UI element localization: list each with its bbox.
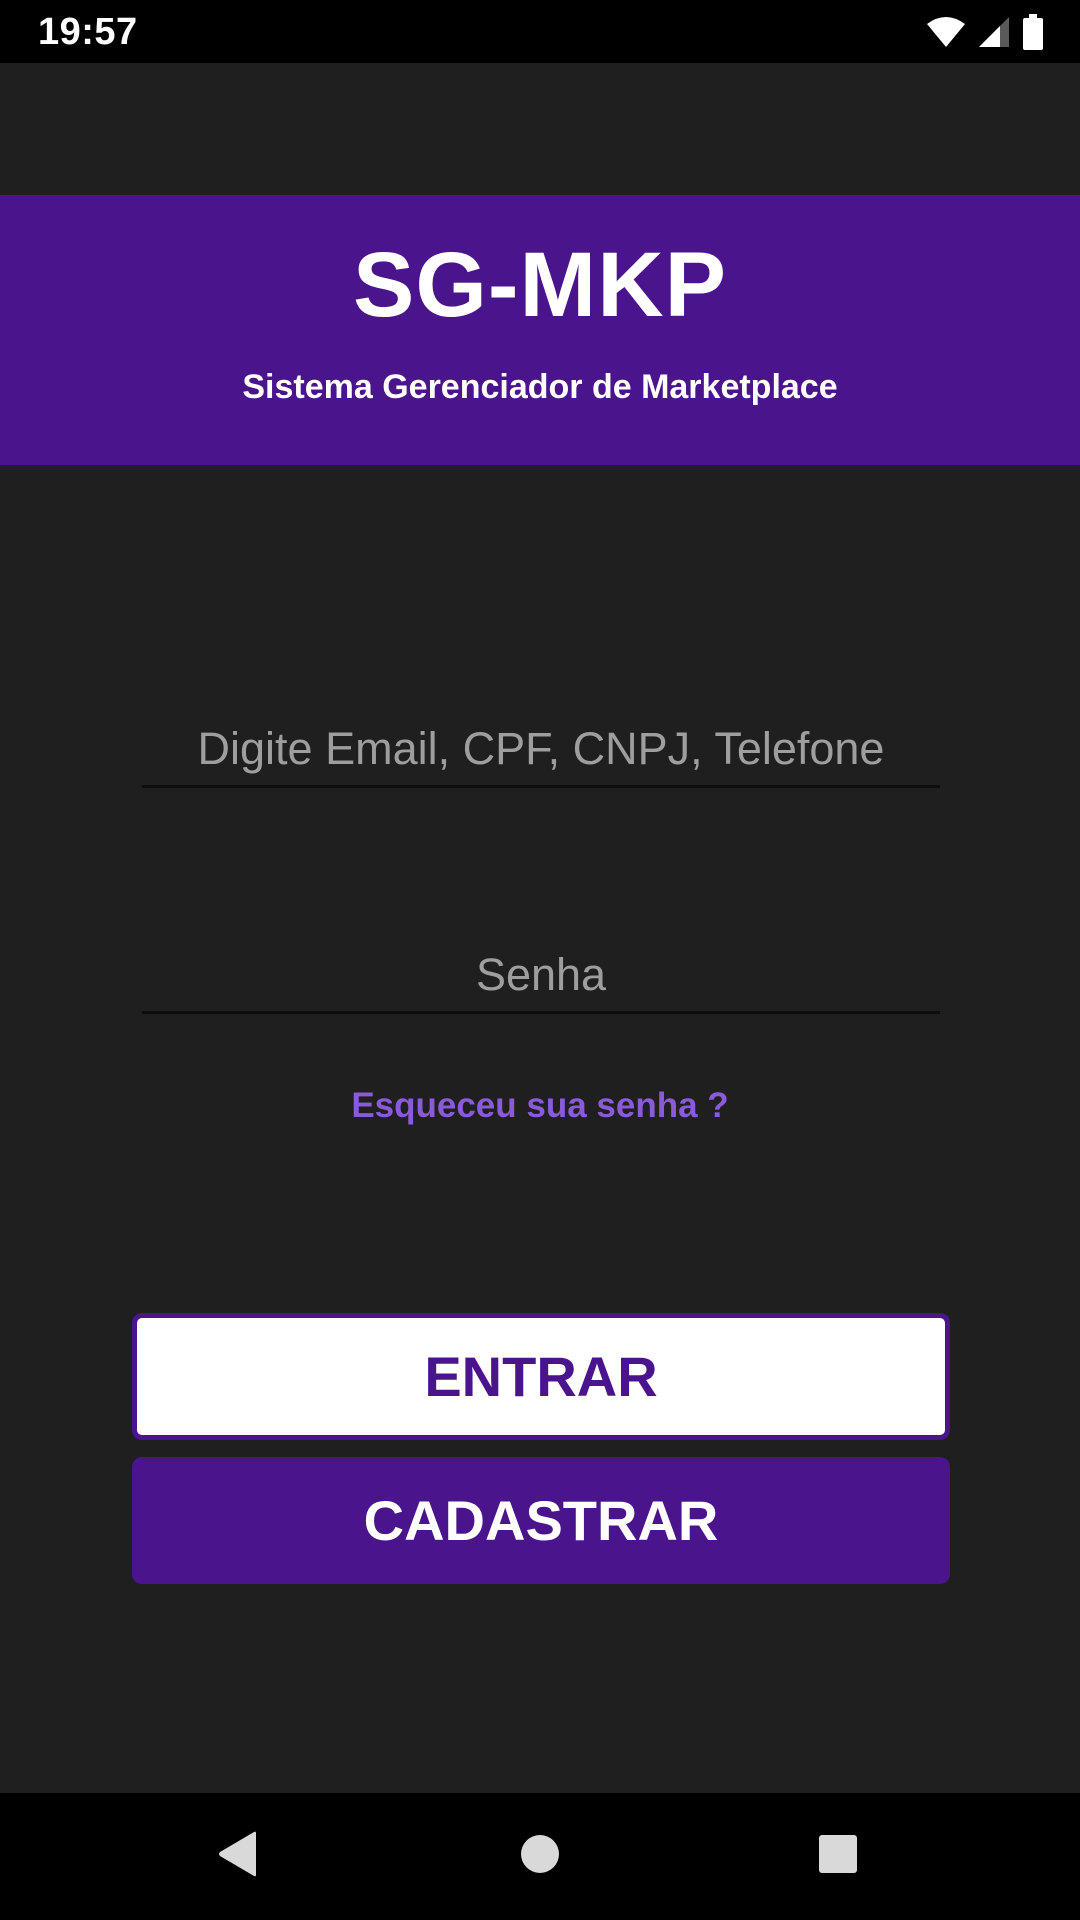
enter-button[interactable]: ENTRAR bbox=[132, 1313, 950, 1440]
app-title: SG-MKP bbox=[353, 234, 727, 336]
login-screen: 19:57 SG-MKP Sistema Gerenciador de Mark… bbox=[0, 0, 1080, 1920]
register-button[interactable]: CADASTRAR bbox=[132, 1457, 950, 1584]
home-icon bbox=[520, 1834, 560, 1879]
cell-signal-icon bbox=[978, 16, 1010, 48]
back-button[interactable] bbox=[178, 1793, 298, 1920]
header-banner: SG-MKP Sistema Gerenciador de Marketplac… bbox=[0, 195, 1080, 465]
battery-icon bbox=[1022, 14, 1044, 50]
password-input[interactable] bbox=[142, 938, 940, 1011]
app-subtitle: Sistema Gerenciador de Marketplace bbox=[242, 368, 838, 406]
recents-icon bbox=[818, 1834, 858, 1879]
password-field bbox=[142, 938, 940, 1014]
forgot-password-link[interactable]: Esqueceu sua senha ? bbox=[0, 1082, 1080, 1130]
status-time: 19:57 bbox=[38, 11, 138, 53]
back-icon bbox=[216, 1830, 260, 1883]
status-bar: 19:57 bbox=[0, 0, 1080, 63]
login-field bbox=[142, 712, 940, 788]
navigation-bar bbox=[0, 1793, 1080, 1920]
login-input[interactable] bbox=[142, 712, 940, 785]
home-button[interactable] bbox=[480, 1793, 600, 1920]
wifi-icon bbox=[926, 16, 966, 48]
status-icons bbox=[926, 14, 1044, 50]
recents-button[interactable] bbox=[778, 1793, 898, 1920]
